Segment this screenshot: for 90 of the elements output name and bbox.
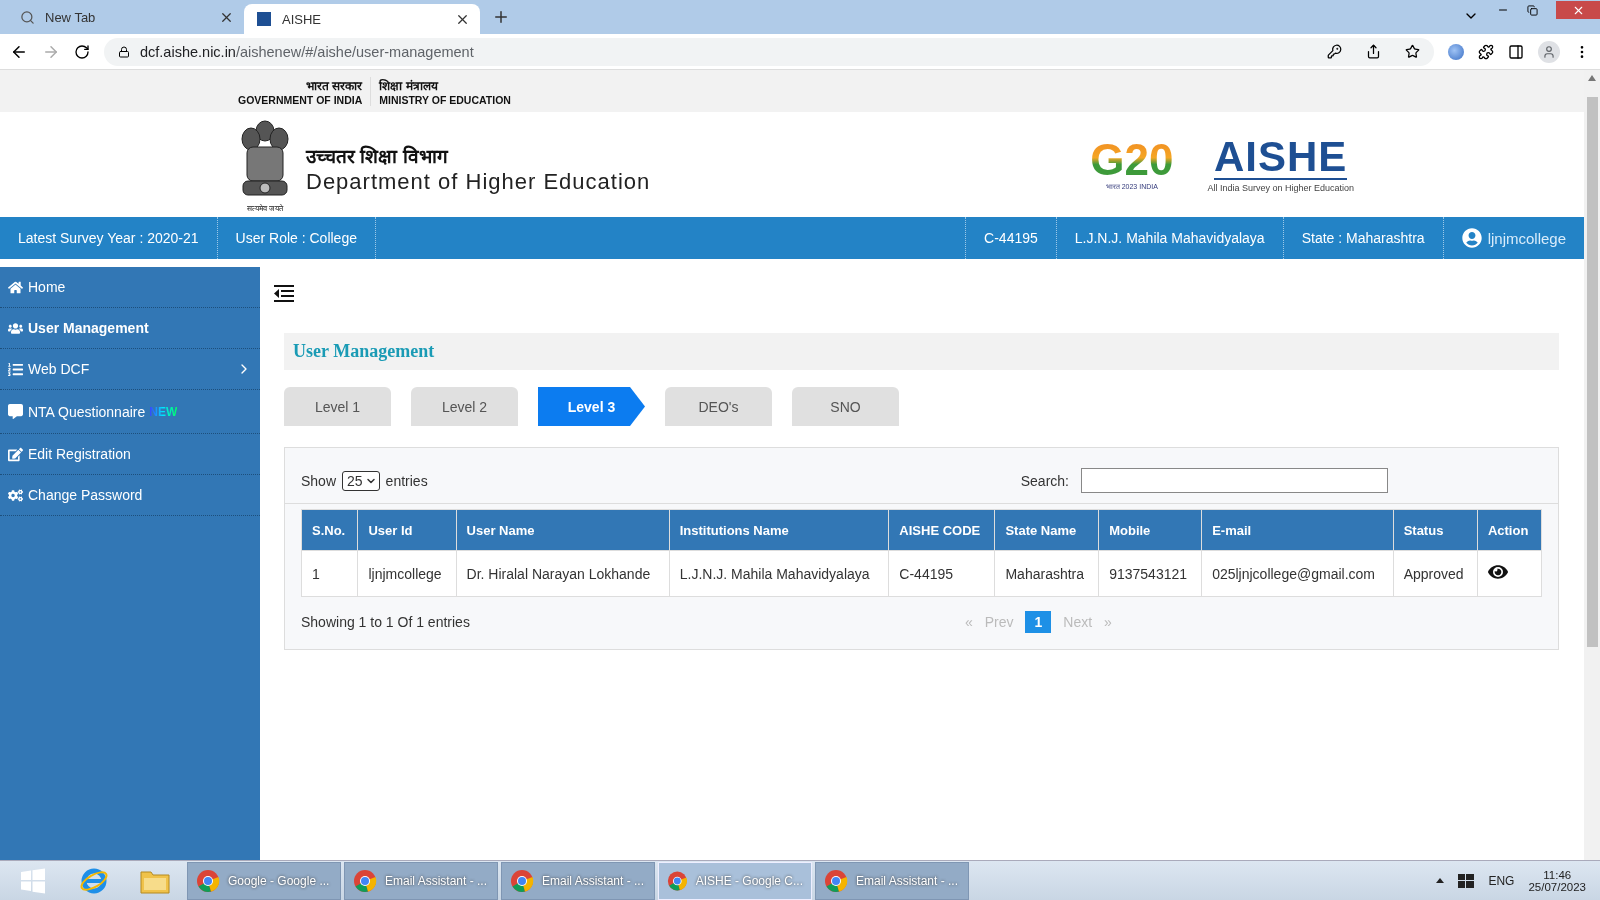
browser-icon	[824, 868, 848, 893]
share-icon[interactable]	[1366, 44, 1381, 59]
new-tab-icon[interactable]	[492, 8, 510, 26]
english-label: GOVERNMENT OF INDIA	[238, 93, 363, 106]
chat-icon	[8, 404, 23, 419]
department-title: Department of Higher Education	[306, 168, 651, 195]
scrollbar-thumb[interactable]	[1586, 97, 1598, 647]
english-label: MINISTRY OF EDUCATION	[379, 93, 511, 106]
table-cell: 9137543121	[1098, 550, 1202, 597]
info-label: L.J.N.J. Mahila Mahavidyalaya	[1055, 217, 1283, 259]
page-number[interactable]: 1	[1025, 611, 1052, 633]
page-title: User Management	[293, 341, 435, 362]
search-icon	[20, 9, 35, 25]
search-label: Search:	[1020, 472, 1069, 489]
key-icon[interactable]	[1327, 44, 1342, 59]
restore-icon[interactable]	[1527, 4, 1538, 16]
extension-globe-icon[interactable]	[1448, 43, 1464, 60]
extensions-icon[interactable]	[1478, 43, 1494, 60]
hindi-label: भारत सरकार	[304, 77, 363, 94]
hindi-label: शिक्षा मंत्रालय	[379, 77, 440, 94]
sidebar-item[interactable]: Edit Registration	[0, 434, 260, 475]
level-tab[interactable]: Level 3	[538, 387, 645, 426]
browser-icon	[353, 868, 377, 893]
window-close-button[interactable]	[1556, 1, 1600, 19]
language-indicator[interactable]: ENG	[1488, 873, 1515, 888]
level-tab[interactable]: Level 2	[411, 387, 518, 426]
level-tab[interactable]: Level 1	[284, 387, 391, 426]
network-icon[interactable]	[1458, 873, 1475, 888]
level-tab[interactable]: SNO	[792, 387, 899, 426]
edit-icon	[8, 446, 23, 462]
clock-time[interactable]: 11:46	[1543, 868, 1572, 881]
level-tab[interactable]: DEO's	[665, 387, 772, 426]
department-hindi-title: उच्चतर शिक्षा विभाग	[306, 144, 450, 169]
table-cell: Approved	[1393, 550, 1478, 597]
table-cell: 1	[301, 550, 358, 597]
site-favicon-icon	[256, 11, 272, 27]
sidebar-item[interactable]: Web DCF	[0, 349, 260, 390]
column-header: Mobile	[1098, 509, 1202, 551]
table-cell: C-44195	[888, 550, 995, 597]
column-header: S.No.	[301, 509, 358, 551]
info-label: State : Maharashtra	[1282, 217, 1443, 259]
table-cell: ljnjmcollege	[358, 550, 457, 597]
home-icon	[8, 279, 23, 295]
browser-icon	[510, 868, 534, 893]
entries-summary: Showing 1 to 1 Of 1 entries	[301, 614, 470, 630]
table-cell: Maharashtra	[994, 550, 1099, 597]
info-label: C-44195	[965, 217, 1056, 259]
profile-icon[interactable]	[1538, 40, 1560, 63]
start-windows-icon[interactable]	[20, 867, 46, 894]
column-header: AISHE CODE	[888, 509, 995, 551]
aishe-logo: AISHE	[1214, 136, 1348, 180]
user-avatar-icon	[1461, 228, 1482, 248]
column-header: E-mail	[1201, 509, 1394, 551]
column-header: Action	[1477, 509, 1542, 551]
tray-arrow-icon[interactable]	[1436, 878, 1445, 883]
cogs-icon	[8, 487, 23, 503]
table-cell: 025ljnjcollege@gmail.com	[1201, 550, 1394, 597]
browser-icon	[196, 868, 220, 893]
sidebar-item[interactable]: Change Password	[0, 475, 260, 516]
aishe-caption: All India Survey on Higher Education	[1207, 183, 1354, 193]
browser-tab[interactable]: AISHE	[244, 4, 480, 34]
reload-icon[interactable]	[74, 43, 90, 60]
search-field[interactable]	[1081, 468, 1388, 493]
clock-date[interactable]: 25/07/2023	[1528, 880, 1586, 893]
column-header: User Name	[456, 509, 670, 551]
bookmark-star-icon[interactable]	[1405, 44, 1420, 59]
view-eye-icon[interactable]	[1487, 562, 1508, 582]
entries-label: entries	[385, 472, 428, 489]
info-label: User Role : College	[217, 217, 376, 259]
show-label: Show	[301, 472, 337, 489]
scroll-up-icon[interactable]	[1588, 75, 1596, 81]
info-label: Latest Survey Year : 2020-21	[0, 217, 218, 259]
sidebar-item[interactable]: User Management	[0, 308, 260, 349]
browser-tab[interactable]: New Tab	[8, 0, 244, 34]
address-field[interactable]: dcf.aishe.nic.in/aishenew/#/aishe/user-management	[104, 37, 1434, 66]
list-icon	[8, 361, 23, 377]
table-cell: Dr. Hiralal Narayan Lokhande	[456, 550, 670, 597]
menu-collapse-icon[interactable]	[274, 285, 294, 303]
side-panel-icon[interactable]	[1508, 43, 1524, 60]
table-cell: L.J.N.J. Mahila Mahavidyalaya	[669, 550, 889, 597]
users-icon	[8, 320, 23, 336]
column-header: Status	[1393, 509, 1478, 551]
column-header: Institutions Name	[669, 509, 889, 551]
page-size-select[interactable]: 25	[342, 470, 380, 491]
column-header: State Name	[994, 509, 1099, 551]
sidebar-item[interactable]: Home	[0, 267, 260, 308]
sidebar-item[interactable]: NTA Questionnaire NEW	[0, 390, 260, 434]
lock-icon	[118, 45, 130, 58]
column-header: User Id	[358, 509, 457, 551]
new-badge: NEW	[149, 404, 178, 419]
